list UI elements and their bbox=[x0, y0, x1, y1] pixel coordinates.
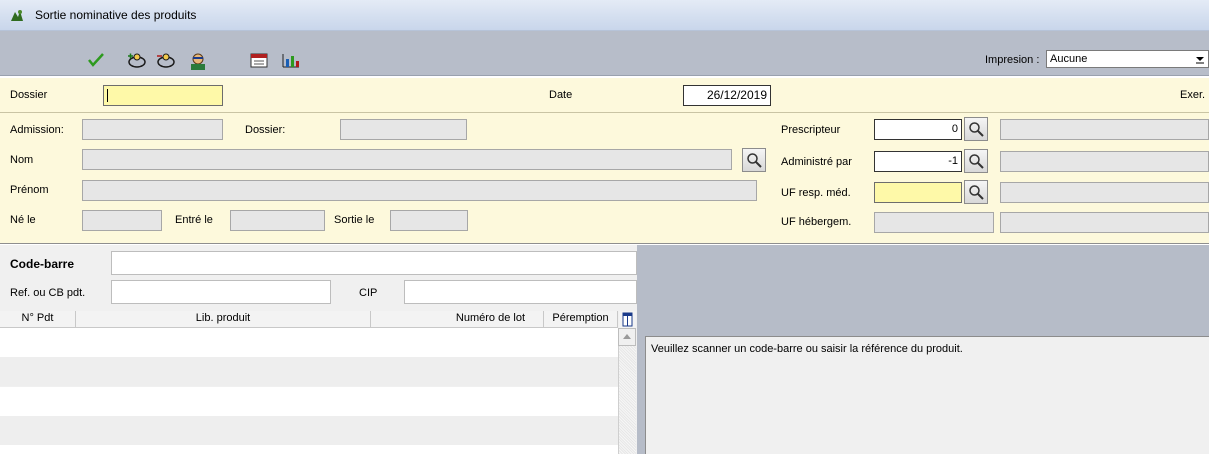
uf-heberg-label: UF hébergem. bbox=[781, 216, 852, 228]
date-input[interactable]: 26/12/2019 bbox=[683, 85, 771, 106]
scroll-up-button[interactable] bbox=[618, 328, 636, 346]
uf-heberg-field bbox=[874, 212, 994, 233]
chart-icon[interactable] bbox=[282, 53, 300, 71]
dossier-label: Dossier bbox=[10, 89, 48, 101]
chevron-up-icon bbox=[623, 334, 631, 339]
ne-le-label: Né le bbox=[10, 214, 36, 226]
print-select[interactable]: Aucune bbox=[1046, 50, 1209, 68]
search-administre-button[interactable] bbox=[964, 149, 988, 173]
column-chooser-icon[interactable] bbox=[619, 311, 636, 328]
administre-label: Administré par bbox=[781, 156, 852, 168]
prenom-field bbox=[82, 180, 757, 201]
date-label: Date bbox=[549, 89, 573, 101]
table-row[interactable] bbox=[0, 357, 618, 386]
col-header-peremption[interactable]: Péremption bbox=[544, 311, 618, 328]
administre-input[interactable]: -1 bbox=[874, 151, 962, 172]
uf-resp-name-field bbox=[1000, 182, 1209, 203]
codebarre-input[interactable] bbox=[111, 251, 637, 275]
col-header-npdt[interactable]: N° Pdt bbox=[0, 311, 76, 328]
search-prescripteur-button[interactable] bbox=[964, 117, 988, 141]
entre-le-field bbox=[230, 210, 325, 231]
print-select-value: Aucune bbox=[1050, 53, 1088, 65]
table-row[interactable] bbox=[0, 328, 618, 357]
codebarre-label: Code-barre bbox=[10, 257, 75, 271]
search-icon bbox=[969, 154, 984, 169]
cip-label: CIP bbox=[359, 287, 378, 299]
cip-input[interactable] bbox=[404, 280, 637, 304]
search-icon bbox=[969, 185, 984, 200]
prescripteur-input[interactable]: 0 bbox=[874, 119, 962, 140]
search-icon bbox=[969, 122, 984, 137]
ref-input[interactable] bbox=[111, 280, 331, 304]
ref-label: Ref. ou CB pdt. bbox=[10, 287, 86, 299]
admission-label: Admission: bbox=[10, 124, 64, 136]
search-uf-resp-button[interactable] bbox=[964, 180, 988, 204]
ne-le-field bbox=[82, 210, 162, 231]
nom-field bbox=[82, 149, 732, 170]
col-header-lot[interactable]: Numéro de lot bbox=[371, 311, 544, 328]
table-row[interactable] bbox=[0, 416, 618, 445]
prescripteur-name-field bbox=[1000, 119, 1209, 140]
dossier-input[interactable] bbox=[103, 85, 223, 106]
prenom-label: Prénom bbox=[10, 184, 49, 196]
col-header-lib[interactable]: Lib. produit bbox=[76, 311, 371, 328]
exer-label: Exer. bbox=[1180, 89, 1206, 101]
window-title: Sortie nominative des produits bbox=[35, 8, 197, 22]
date-value: 26/12/2019 bbox=[706, 88, 767, 102]
checkmark-icon[interactable] bbox=[88, 53, 104, 70]
administre-name-field bbox=[1000, 151, 1209, 172]
message-text: Veuillez scanner un code-barre ou saisir… bbox=[651, 343, 963, 355]
administre-value: -1 bbox=[948, 155, 958, 167]
prescripteur-value: 0 bbox=[951, 123, 958, 135]
dossier2-label: Dossier: bbox=[245, 124, 286, 136]
app-icon bbox=[9, 9, 25, 23]
entre-le-label: Entré le bbox=[175, 214, 213, 226]
print-label: Impresion : bbox=[985, 54, 1040, 66]
sortie-le-field bbox=[390, 210, 468, 231]
patient-icon[interactable] bbox=[188, 53, 208, 73]
chevron-down-icon[interactable] bbox=[1192, 51, 1208, 67]
table-row[interactable] bbox=[0, 445, 618, 454]
uf-resp-input[interactable] bbox=[874, 182, 962, 203]
prescripteur-label: Prescripteur bbox=[781, 124, 841, 136]
uf-heberg-name-field bbox=[1000, 212, 1209, 233]
search-nom-button[interactable] bbox=[742, 148, 766, 172]
nom-label: Nom bbox=[10, 154, 34, 166]
uf-resp-label: UF resp. méd. bbox=[781, 187, 851, 199]
admission-field bbox=[82, 119, 223, 140]
table-row[interactable] bbox=[0, 387, 618, 416]
person-add-icon[interactable] bbox=[127, 53, 147, 72]
sortie-le-label: Sortie le bbox=[334, 214, 375, 226]
person-remove-icon[interactable] bbox=[156, 53, 176, 72]
dossier2-field bbox=[340, 119, 467, 140]
calendar-icon[interactable] bbox=[250, 53, 268, 71]
search-icon bbox=[747, 153, 762, 168]
